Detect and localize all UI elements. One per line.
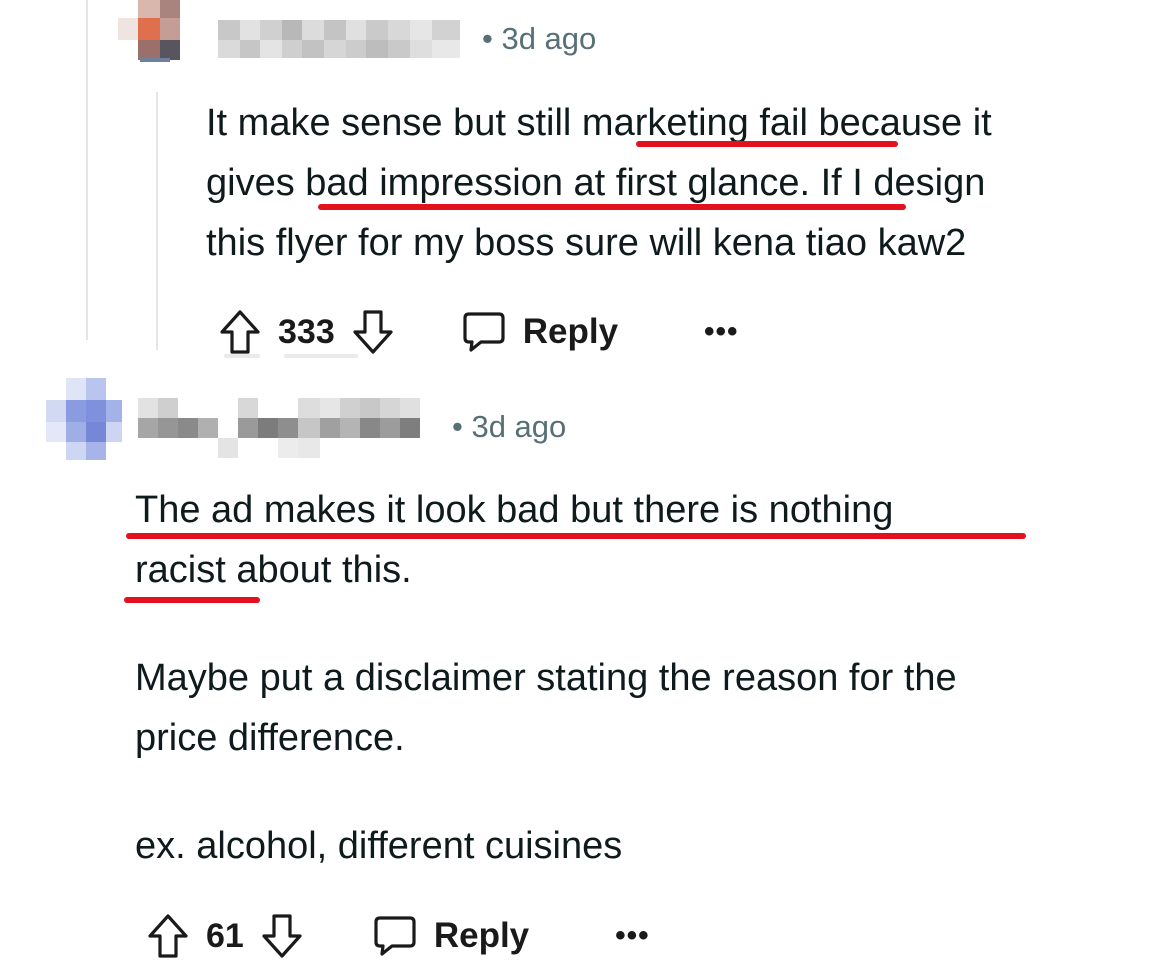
vote-underline [284,354,358,358]
comment-line: racist about this. [135,549,412,591]
arrow-up-icon [220,310,260,354]
highlight-underline [318,204,906,210]
highlight-underline [636,141,898,147]
reply-button[interactable]: Reply [372,914,529,958]
upvote-button[interactable] [216,308,264,356]
speech-bubble-icon [374,916,416,956]
comment-line: ex. alcohol, different cuisines [135,825,623,867]
ellipsis-icon: ••• [615,919,650,952]
upvote-button[interactable] [144,912,192,960]
vote-score: 333 [278,312,335,351]
avatar[interactable] [118,0,180,62]
vote-underline [224,354,260,358]
avatar[interactable] [46,378,122,462]
comment-actions: 333 Reply ••• [216,304,739,360]
reply-label: Reply [522,312,619,351]
thread-line-outer [86,0,88,340]
username-redacted[interactable] [138,398,440,458]
downvote-button[interactable] [258,912,306,960]
more-options-button[interactable]: ••• [704,317,739,347]
comment-line: this flyer for my boss sure will kena ti… [206,222,967,264]
arrow-down-icon [262,914,302,958]
comment-line: The ad makes it look bad but there is no… [135,489,894,531]
comment-body: The ad makes it look bad but there is no… [135,480,957,876]
comment-body: It make sense but still marketing fail b… [206,93,992,273]
comment-line: Maybe put a disclaimer stating the reaso… [135,657,957,699]
arrow-up-icon [148,914,188,958]
comment-timestamp: • 3d ago [482,21,597,56]
reply-label: Reply [433,916,530,955]
arrow-down-icon [353,310,393,354]
downvote-button[interactable] [349,308,397,356]
comment-actions: 61 Reply ••• [144,908,650,964]
reply-button[interactable]: Reply [461,310,618,354]
thread-line-reply[interactable] [156,92,158,350]
vote-score: 61 [206,916,244,955]
vote-group: 61 [144,912,306,960]
comment-line: price difference. [135,717,405,759]
vote-group: 333 [216,308,397,356]
more-options-button[interactable]: ••• [615,921,650,951]
speech-bubble-icon [463,312,505,352]
highlight-underline [124,597,260,603]
highlight-underline [126,533,1026,539]
ellipsis-icon: ••• [704,315,739,348]
comment-timestamp: • 3d ago [452,409,567,444]
username-redacted[interactable] [218,20,462,58]
